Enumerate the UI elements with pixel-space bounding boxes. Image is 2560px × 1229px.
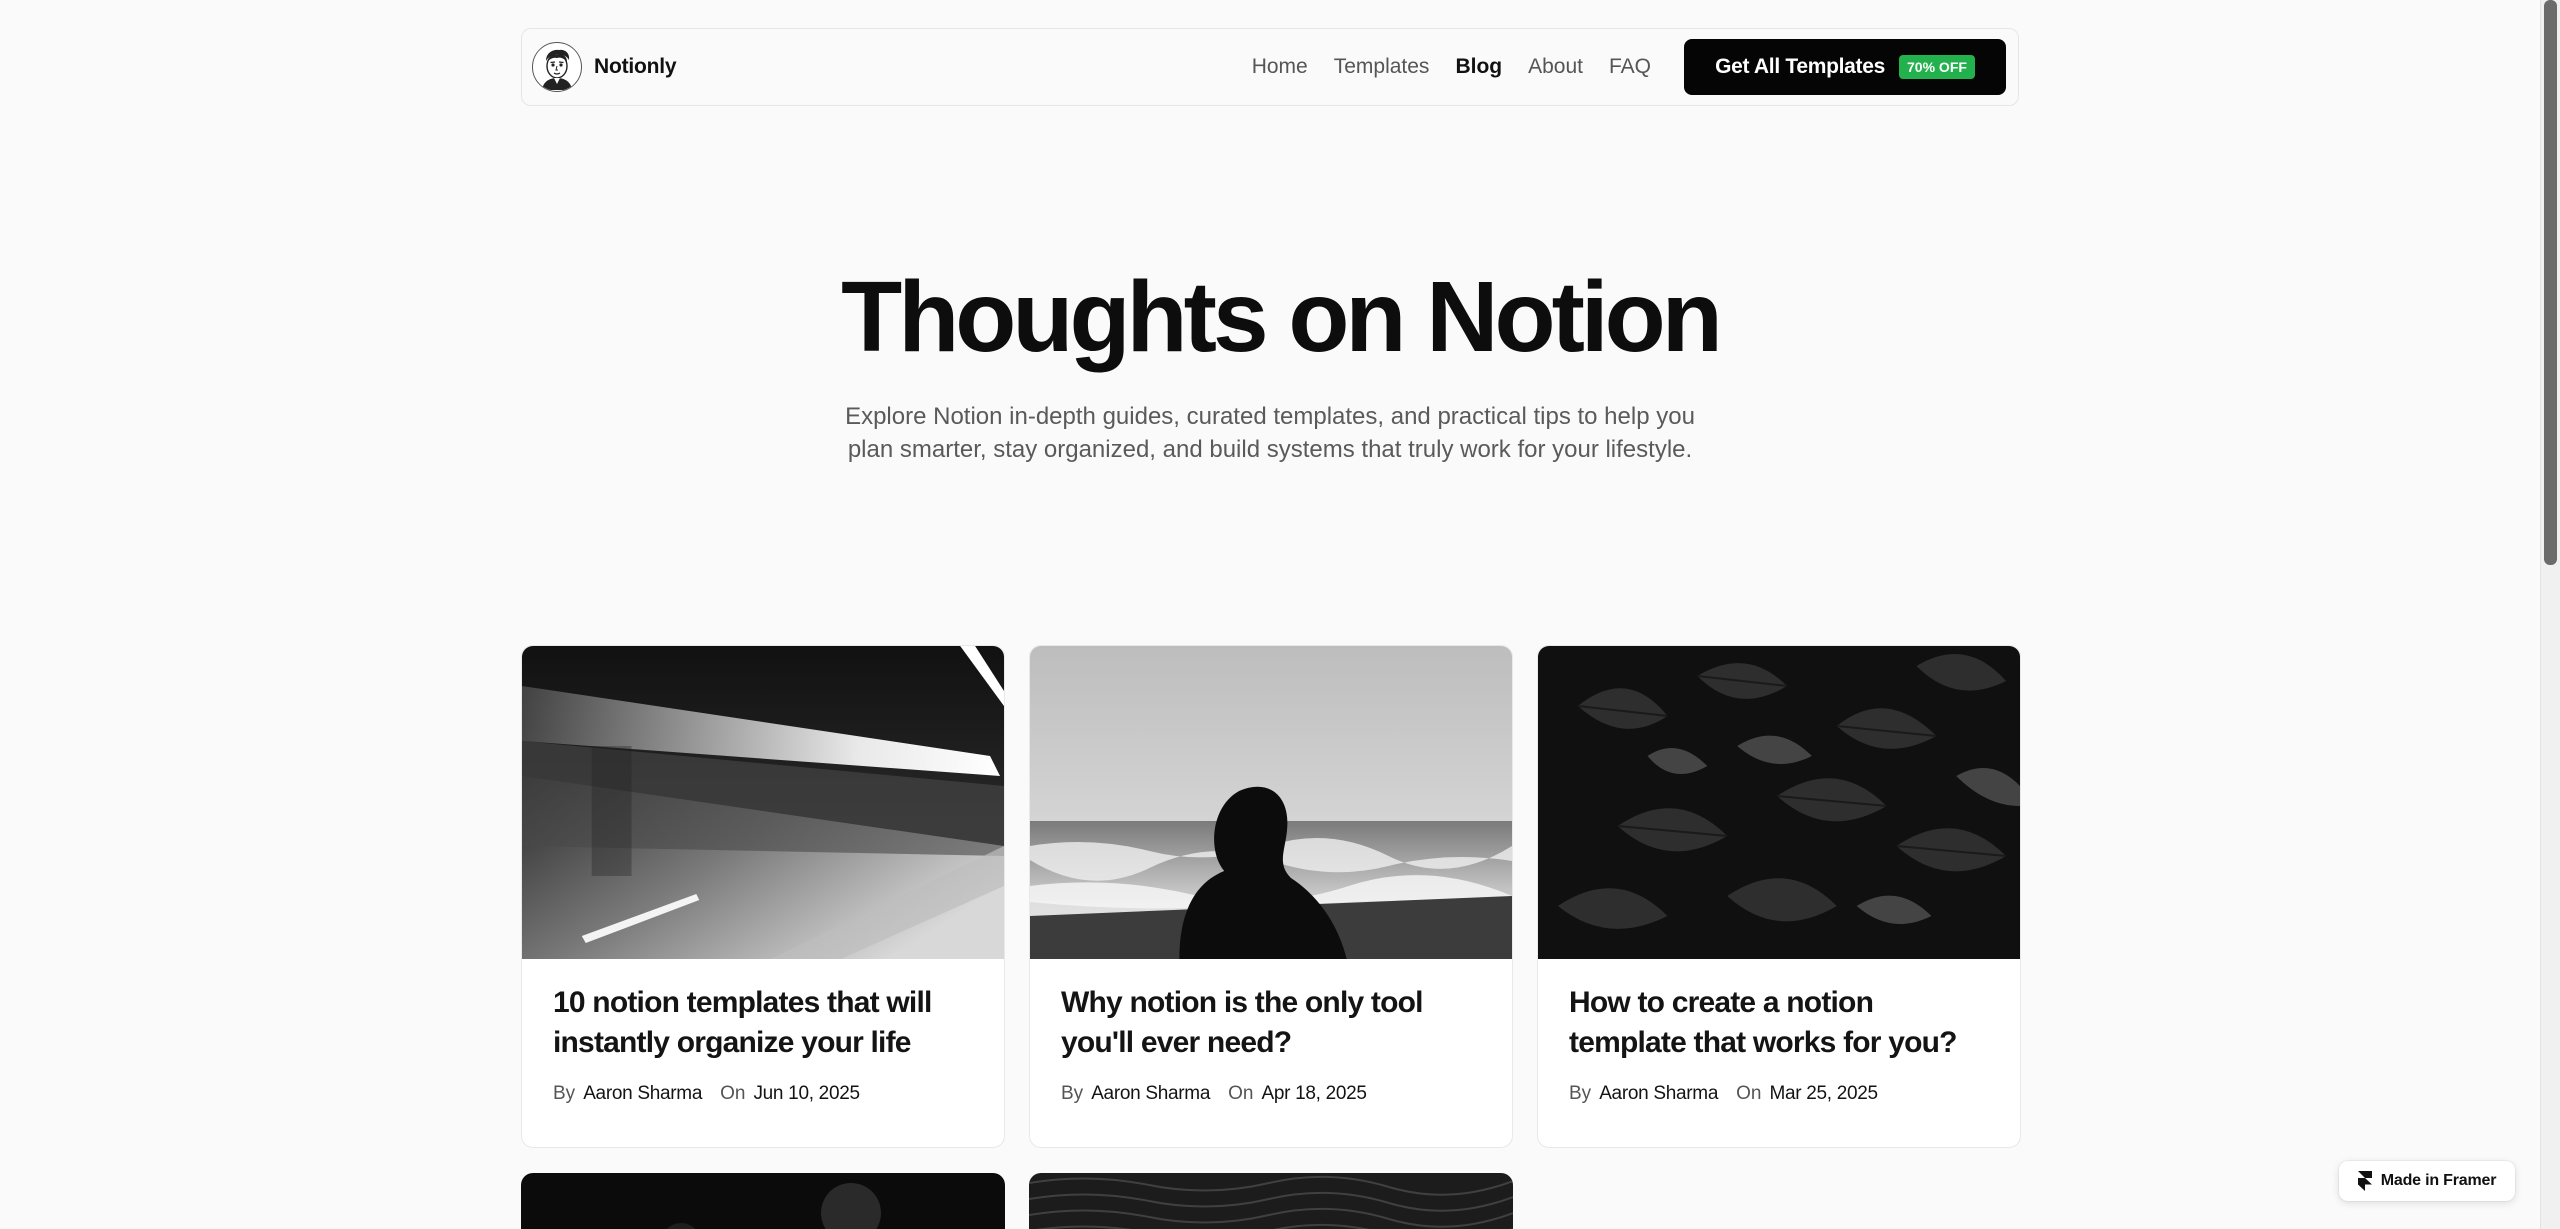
discount-badge: 70% OFF	[1899, 55, 1975, 79]
post-date: Apr 18, 2025	[1261, 1083, 1367, 1104]
post-author: Aaron Sharma	[1091, 1083, 1211, 1104]
by-label: By	[553, 1083, 576, 1104]
framer-badge-label: Made in Framer	[2380, 1172, 2497, 1189]
get-all-templates-button[interactable]: Get All Templates 70% OFF	[1684, 39, 2006, 95]
post-author: Aaron Sharma	[583, 1083, 703, 1104]
woman-silhouette-sea-photo	[1030, 646, 1512, 959]
post-meta: By Aaron Sharma On Apr 18, 2025	[1061, 1083, 1482, 1105]
top-navbar: Notionly Home Templates Blog About FAQ G…	[521, 28, 2019, 106]
dark-texture-photo	[1029, 1173, 1513, 1229]
cta-label: Get All Templates	[1715, 55, 1886, 78]
post-title: How to create a notion template that wor…	[1569, 986, 1957, 1059]
page-scrollbar[interactable]	[2540, 0, 2560, 1229]
blog-post-card[interactable]: How to create a notion template that wor…	[1537, 645, 2021, 1148]
post-author: Aaron Sharma	[1599, 1083, 1719, 1104]
cartoon-face-avatar-icon	[532, 42, 582, 92]
main-nav: Home Templates Blog About FAQ	[1252, 55, 1651, 79]
page: Notionly Home Templates Blog About FAQ G…	[0, 0, 2560, 1229]
nav-link-home[interactable]: Home	[1252, 55, 1308, 79]
page-title: Thoughts on Notion	[841, 261, 1723, 373]
made-in-framer-badge[interactable]: Made in Framer	[2339, 1161, 2515, 1201]
blog-post-card[interactable]	[521, 1173, 1005, 1229]
page-subtitle: Explore Notion in-depth guides, curated …	[845, 403, 1695, 463]
card-body: 10 notion templates that will instantly …	[522, 959, 1004, 1105]
post-date: Jun 10, 2025	[753, 1083, 860, 1104]
on-label: On	[1736, 1083, 1762, 1104]
brand-name: Notionly	[594, 55, 677, 78]
dark-leaves-photo	[1538, 646, 2020, 959]
post-meta: By Aaron Sharma On Mar 25, 2025	[1569, 1083, 1990, 1105]
post-meta: By Aaron Sharma On Jun 10, 2025	[553, 1083, 974, 1105]
blog-post-card[interactable]	[1029, 1173, 1513, 1229]
framer-logo-icon	[2357, 1171, 2372, 1191]
card-body: Why notion is the only tool you'll ever …	[1030, 959, 1512, 1105]
nav-link-about[interactable]: About	[1528, 55, 1583, 79]
brand-home-link[interactable]: Notionly	[532, 42, 677, 92]
post-date: Mar 25, 2025	[1769, 1083, 1878, 1104]
post-title: Why notion is the only tool you'll ever …	[1061, 986, 1424, 1059]
blog-post-card[interactable]: Why notion is the only tool you'll ever …	[1029, 645, 1513, 1148]
blog-post-card[interactable]: 10 notion templates that will instantly …	[521, 645, 1005, 1148]
scrollbar-thumb[interactable]	[2544, 0, 2557, 565]
motion-blur-train-photo	[522, 646, 1004, 959]
on-label: On	[720, 1083, 746, 1104]
by-label: By	[1569, 1083, 1592, 1104]
on-label: On	[1228, 1083, 1254, 1104]
dark-bokeh-photo	[521, 1173, 1005, 1229]
nav-link-templates[interactable]: Templates	[1334, 55, 1430, 79]
card-body: How to create a notion template that wor…	[1538, 959, 2020, 1105]
nav-link-faq[interactable]: FAQ	[1609, 55, 1651, 79]
nav-link-blog[interactable]: Blog	[1455, 55, 1502, 79]
post-title: 10 notion templates that will instantly …	[553, 986, 932, 1059]
by-label: By	[1061, 1083, 1084, 1104]
